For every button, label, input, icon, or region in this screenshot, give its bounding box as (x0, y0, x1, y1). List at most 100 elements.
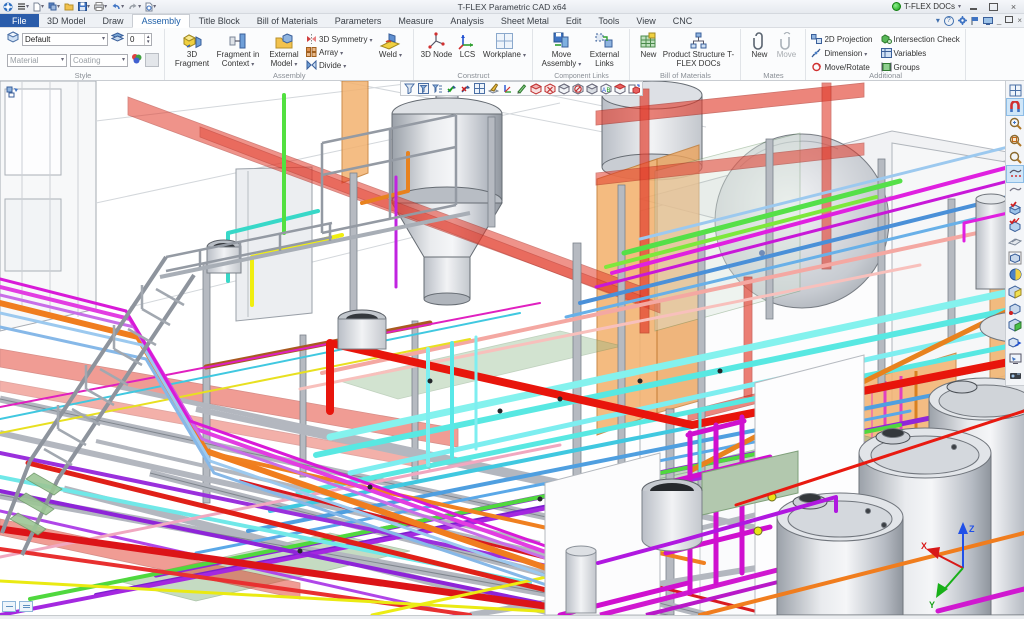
color-swatch[interactable] (145, 53, 159, 67)
zoom-window-icon[interactable] (1007, 133, 1023, 149)
doc-close-button[interactable]: × (1017, 16, 1022, 25)
tab-tools[interactable]: Tools (590, 14, 628, 27)
tab-title-block[interactable]: Title Block (190, 14, 248, 27)
tab-measure[interactable]: Measure (390, 14, 442, 27)
freehand-icon[interactable] (1007, 183, 1023, 199)
cube-doc-icon[interactable] (627, 82, 640, 95)
cube-green-icon[interactable] (1007, 317, 1023, 333)
cube-section-icon[interactable] (613, 82, 626, 95)
3d-symmetry-button[interactable]: 3D Symmetry (306, 33, 372, 45)
preview-icon[interactable]: ▾ (145, 1, 156, 12)
settings-gear-icon[interactable] (958, 15, 967, 26)
tab-cnc[interactable]: CNC (664, 14, 701, 27)
external-links-button[interactable]: External Links (584, 30, 624, 71)
flag-icon[interactable] (971, 15, 979, 26)
app-icon[interactable] (3, 1, 13, 12)
select-confirm-icon[interactable] (445, 82, 458, 95)
split-pane-icon[interactable] (2, 601, 16, 612)
tab-view[interactable]: View (628, 14, 664, 27)
tab-3d-model[interactable]: 3D Model (39, 14, 95, 27)
screen-icon[interactable] (1007, 351, 1023, 367)
minimize-button[interactable] (966, 1, 981, 12)
mates-new-button[interactable]: New (746, 30, 772, 71)
mates-move-button[interactable]: Move (772, 30, 800, 71)
zoom-all-icon[interactable] (1007, 150, 1023, 166)
maximize-button[interactable] (986, 1, 1001, 12)
viewport-properties-icon[interactable] (6, 85, 21, 104)
bom-new-button[interactable]: New (635, 30, 661, 71)
render-sphere-icon[interactable] (131, 51, 142, 69)
doc-restore-button[interactable] (1005, 16, 1013, 25)
divide-button[interactable]: Divide (306, 59, 372, 71)
3d-node-button[interactable]: 3D Node (419, 30, 453, 71)
new-document-icon[interactable]: ▾ (33, 1, 44, 12)
open-folder-icon[interactable] (64, 1, 74, 12)
cube-yellow-icon[interactable] (1007, 284, 1023, 300)
style-selector[interactable]: Default▾ (22, 33, 108, 46)
cube-export-icon[interactable] (1007, 334, 1023, 350)
copy-icon[interactable]: ▾ (48, 1, 60, 12)
menu-icon[interactable]: ▾ (17, 1, 29, 12)
select-cancel-icon[interactable] (459, 82, 472, 95)
external-model-button[interactable]: External Model (262, 30, 306, 71)
tab-bill-of-materials[interactable]: Bill of Materials (248, 14, 326, 27)
tab-edit[interactable]: Edit (557, 14, 590, 27)
viewports-icon[interactable] (1007, 82, 1023, 98)
3d-scene[interactable]: X Y Z (0, 81, 1024, 615)
array-button[interactable]: Array (306, 46, 372, 58)
tflex-docs-button[interactable]: T-FLEX DOCs ▾ (892, 2, 961, 11)
print-icon[interactable]: ▾ (94, 1, 107, 12)
product-structure-button[interactable]: Product Structure T-FLEX DOCs (661, 30, 735, 71)
cube-solid-icon[interactable] (585, 82, 598, 95)
tab-analysis[interactable]: Analysis (442, 14, 493, 27)
intersection-check-button[interactable]: Intersection Check (881, 33, 960, 45)
pages-icon[interactable] (19, 601, 33, 612)
filter-icon[interactable] (403, 82, 416, 95)
tab-parameters[interactable]: Parameters (326, 14, 390, 27)
lcs-button[interactable]: LCS (453, 30, 481, 71)
material-selector[interactable]: Material▾ (7, 54, 67, 67)
redo-icon[interactable]: ▾ (128, 1, 141, 12)
dimension-button[interactable]: Dimension (811, 47, 872, 59)
cube-marked-icon[interactable] (1007, 301, 1023, 317)
filter-box-icon[interactable] (417, 82, 430, 95)
cube-hide-icon[interactable] (571, 82, 584, 95)
workplane-draw-icon[interactable] (487, 82, 500, 95)
lcs-small-icon[interactable] (501, 82, 514, 95)
magnet-icon[interactable] (1007, 99, 1023, 115)
cube-bounds-icon[interactable] (1007, 250, 1023, 266)
save-icon[interactable]: ▾ (78, 1, 90, 12)
workplane-button[interactable]: Workplane (481, 30, 527, 71)
cube-face-icon[interactable] (529, 82, 542, 95)
render-icon[interactable] (1007, 368, 1023, 384)
undo-icon[interactable]: ▾ (111, 1, 124, 12)
freehand-active-icon[interactable] (1007, 166, 1023, 182)
filter-list-icon[interactable] (431, 82, 444, 95)
cube-outline-icon[interactable] (557, 82, 570, 95)
coating-selector[interactable]: Coating▾ (70, 54, 128, 67)
workplane-flat-icon[interactable] (1007, 233, 1023, 249)
help-icon[interactable]: ? (944, 16, 954, 26)
fragment-in-context-button[interactable]: Fragment in Context (214, 30, 262, 71)
doc-minimize-button[interactable]: _ (997, 16, 1001, 25)
weld-button[interactable]: Weld (372, 30, 408, 71)
zoom-select-icon[interactable] (1007, 116, 1023, 132)
level-stepper[interactable]: 0 ▲▼ (127, 33, 152, 46)
cube-label-icon[interactable]: AB (599, 82, 612, 95)
tab-file[interactable]: File (0, 14, 39, 27)
3d-fragment-button[interactable]: 3D Fragment (170, 30, 214, 71)
tab-assembly[interactable]: Assembly (132, 14, 190, 28)
ribbon-options-caret[interactable]: ▾ (936, 15, 940, 26)
tab-sheet-metal[interactable]: Sheet Metal (492, 14, 557, 27)
display-icon[interactable] (983, 15, 993, 26)
close-button[interactable]: × (1006, 1, 1021, 12)
sketch-icon[interactable] (515, 82, 528, 95)
variables-button[interactable]: Variables (881, 47, 960, 59)
grid-icon[interactable] (473, 82, 486, 95)
cube-check-alt-icon[interactable] (1007, 217, 1023, 233)
cube-exclude-icon[interactable] (543, 82, 556, 95)
sphere-clip-icon[interactable] (1007, 267, 1023, 283)
cube-check-icon[interactable] (1007, 200, 1023, 216)
move-assembly-button[interactable]: Move Assembly (538, 30, 584, 71)
tab-draw[interactable]: Draw (94, 14, 132, 27)
